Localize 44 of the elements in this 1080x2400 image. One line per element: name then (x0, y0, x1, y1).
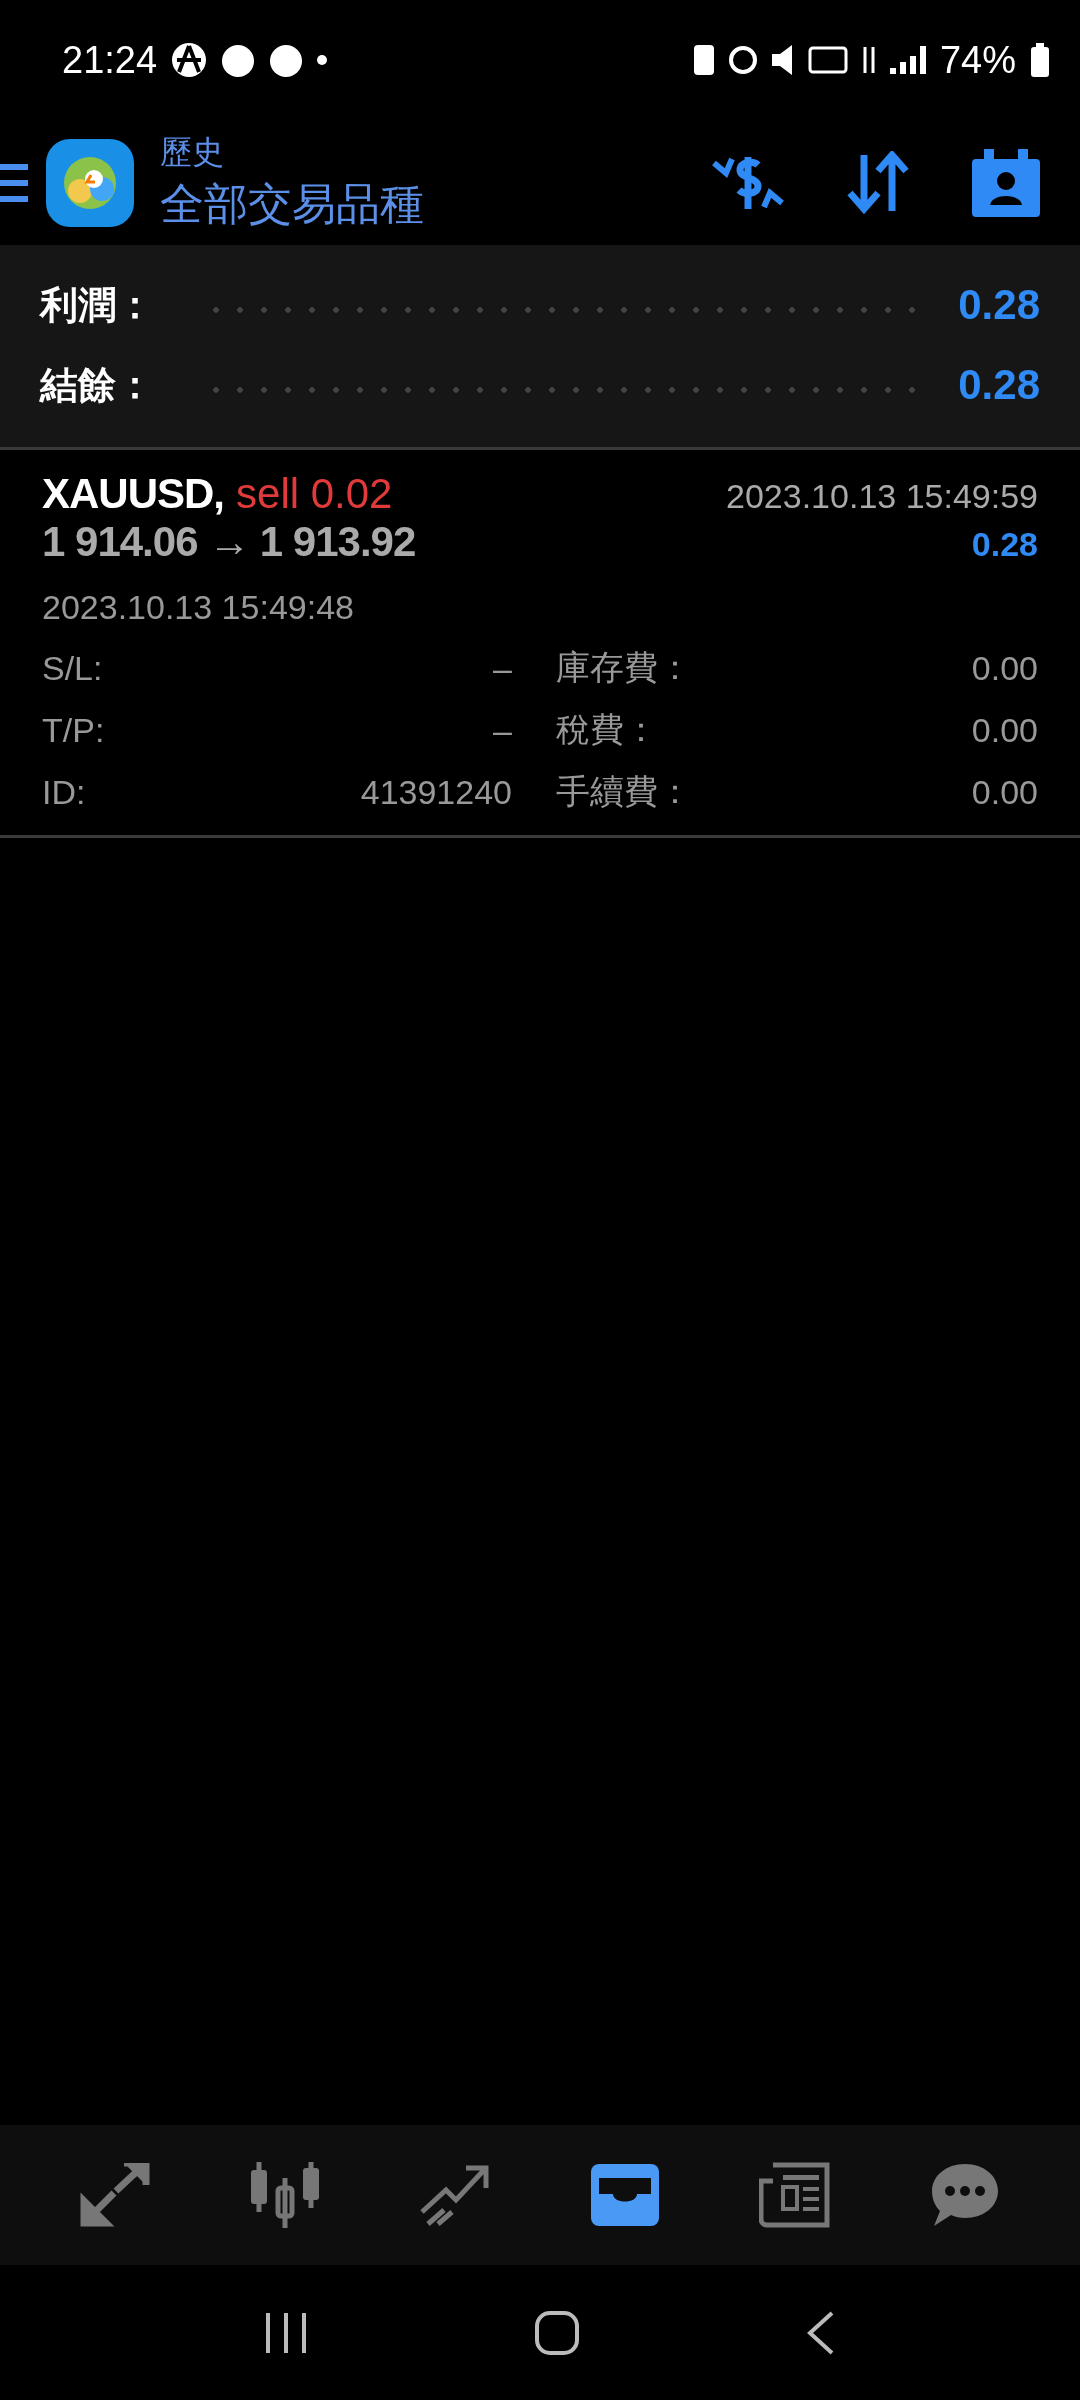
recent-apps-icon[interactable] (263, 2310, 308, 2355)
home-icon[interactable] (535, 2310, 579, 2355)
summary-value: 0.28 (958, 361, 1040, 409)
status-time: 21:24 (62, 38, 158, 82)
trade-profit: 0.28 (971, 525, 1038, 564)
signal-icon (889, 46, 926, 74)
diagonal-arrows-icon[interactable] (80, 2163, 150, 2227)
app-logo-icon[interactable] (46, 138, 134, 227)
trade-prices: 1 914.06 → 1 913.92 (42, 518, 416, 566)
detail-value: – (492, 648, 512, 688)
detail-label: T/P: (42, 710, 106, 750)
calendar-person-icon[interactable] (972, 148, 1040, 217)
mute-icon (771, 45, 794, 75)
inbox-icon[interactable] (591, 2164, 659, 2226)
detail-value: 41391240 (359, 772, 512, 812)
detail-label: ID: (42, 772, 87, 812)
open-time: 2023.10.13 15:49:48 (42, 588, 355, 627)
fee-value: 0.00 (970, 648, 1038, 688)
detail-value: – (492, 710, 512, 750)
dot-icon (317, 55, 328, 65)
trade-side: sell 0.02 (236, 470, 393, 518)
screen-subtitle: 歷史 (160, 133, 225, 172)
trade-symbol: XAUUSD, (42, 470, 225, 518)
candlestick-icon[interactable] (249, 2162, 321, 2228)
symbol-filter-title[interactable]: 全部交易品種 (160, 175, 424, 234)
summary-value: 0.28 (958, 281, 1040, 329)
fee-label: 庫存費： (555, 647, 693, 688)
trend-arrow-icon[interactable] (420, 2164, 490, 2226)
close-time: 2023.10.13 15:49:59 (726, 477, 1038, 516)
summary-label: 利潤： (40, 282, 154, 328)
fee-label: 手續費： (555, 771, 693, 812)
battery-level: 74% (939, 38, 1016, 82)
chat-bubble-icon[interactable] (930, 2162, 1000, 2228)
fee-value: 0.00 (970, 710, 1038, 750)
notification-icon (171, 42, 208, 78)
summary-label: 結餘： (40, 362, 154, 408)
fee-label: 稅費： (555, 709, 659, 750)
fee-value: 0.00 (970, 772, 1038, 812)
sort-icon[interactable] (846, 150, 910, 215)
detail-label: S/L: (42, 648, 104, 688)
battery-saver-icon (693, 45, 714, 75)
newspaper-icon[interactable] (759, 2161, 831, 2229)
trade-entry[interactable]: XAUUSD, sell 0.02 2023.10.13 15:49:59 1 914.06 → 1 913.92 0.28 2023.10.13 15:49:48 S/L: – 庫存費： 0.00 T/P: – 稅費： 0.00 ID: 41391240 手續費： 0.00 (0, 450, 1080, 838)
battery-icon (1030, 43, 1050, 77)
